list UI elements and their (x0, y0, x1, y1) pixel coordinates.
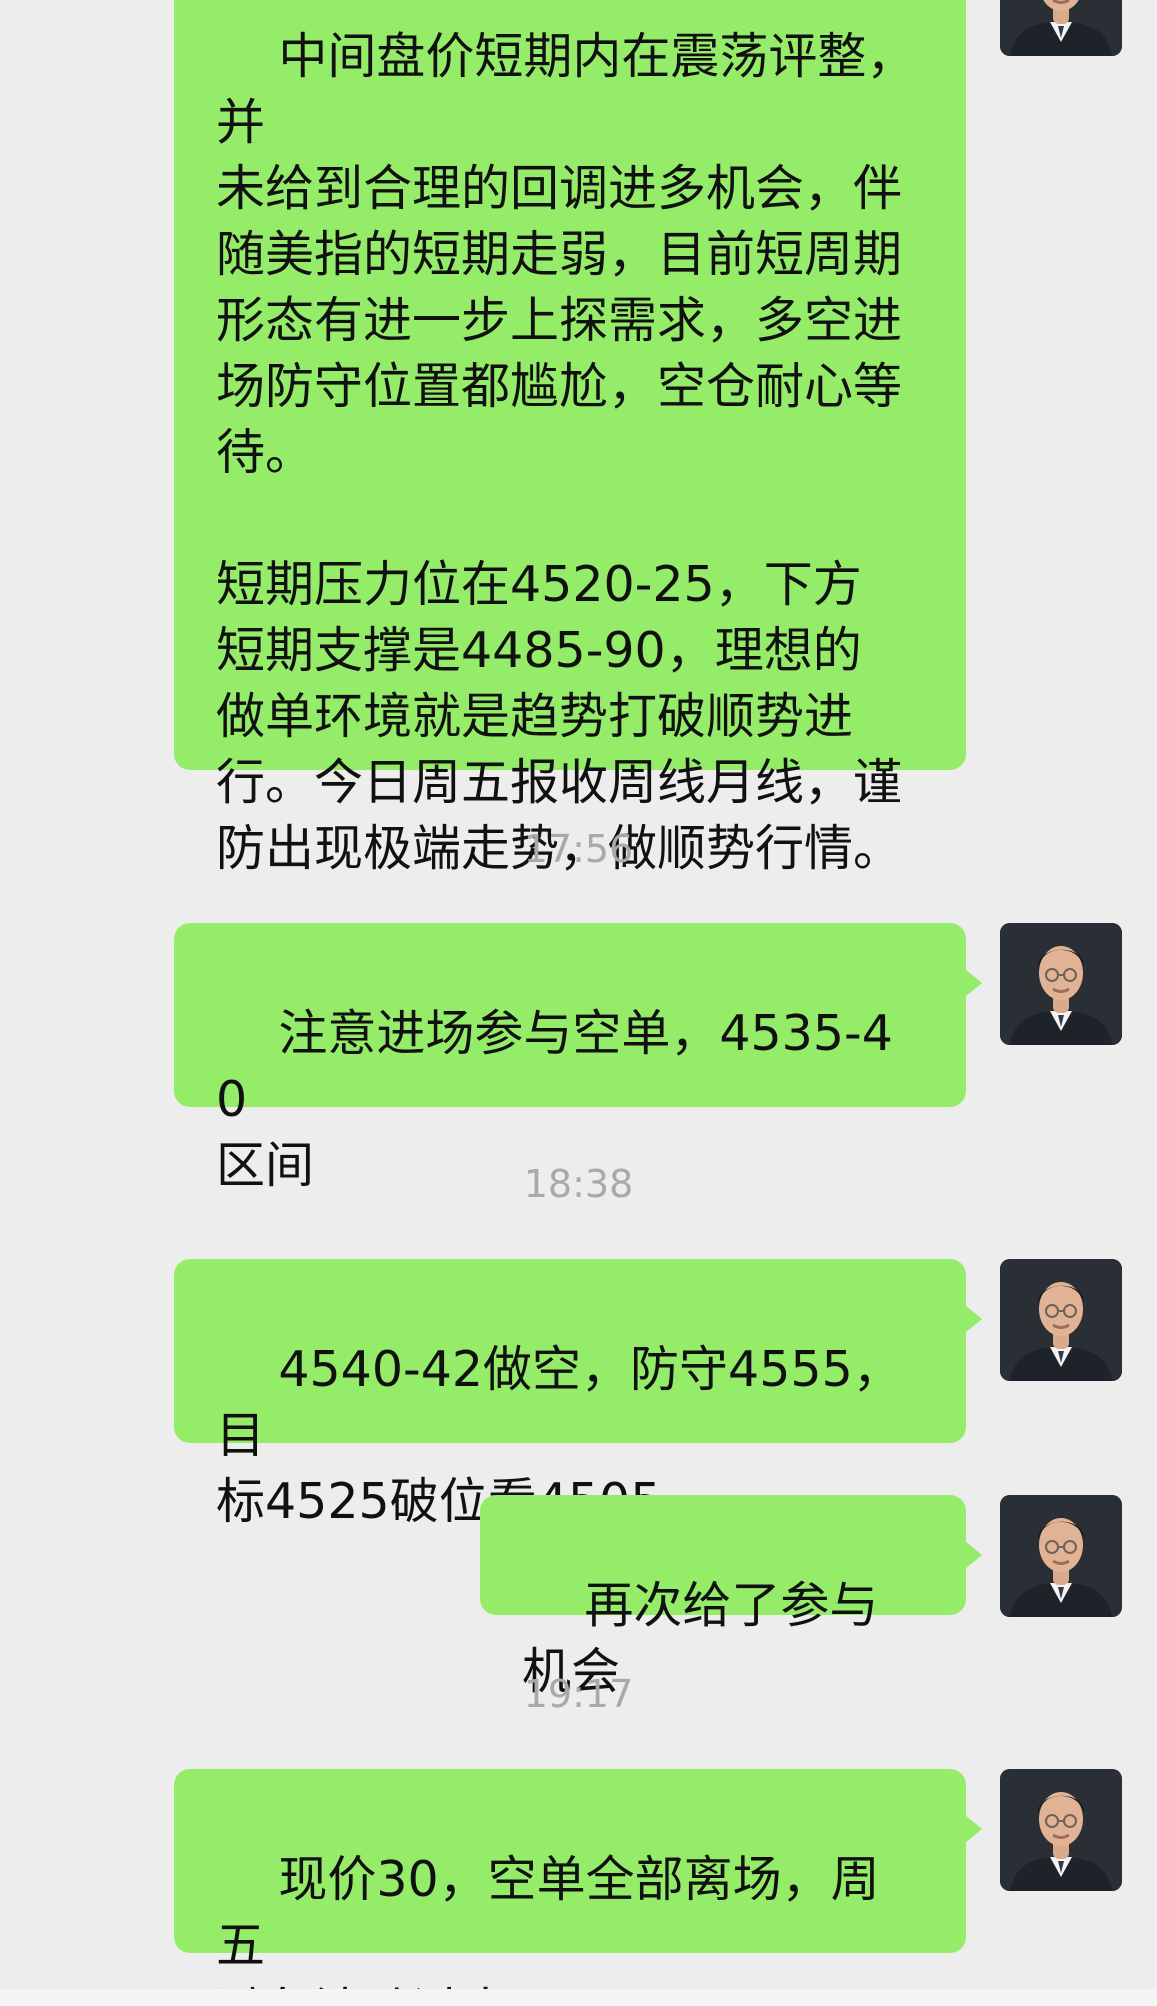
message-timestamp: 17:56 (523, 827, 634, 871)
user-avatar-icon (1000, 1259, 1122, 1381)
message-timestamp: 19:17 (523, 1672, 634, 1716)
user-avatar-icon (1000, 1769, 1122, 1891)
user-avatar-icon (1000, 1495, 1122, 1617)
avatar[interactable] (1000, 0, 1122, 56)
message-bubble[interactable]: 再次给了参与机会 (480, 1495, 982, 1700)
avatar[interactable] (1000, 923, 1122, 1045)
message-bubble[interactable]: 注意进场参与空单，4535-40 区间 (174, 923, 982, 1194)
message-timestamp: 18:38 (523, 1162, 634, 1206)
bubble-tail-icon (965, 1815, 982, 1843)
avatar[interactable] (1000, 1259, 1122, 1381)
message-bubble[interactable]: 现价30，空单全部离场，周五 避免波动过大 (174, 1769, 982, 2006)
user-avatar-icon (1000, 0, 1122, 56)
message-bubble[interactable]: 4540-42做空，防守4555，目 标4525破位看4505 (174, 1259, 982, 1530)
message-bubble[interactable]: 中间盘价短期内在震荡评整，并 未给到合理的回调进多机会，伴 随美指的短期走弱，目… (174, 0, 966, 877)
bubble-tail-icon (965, 1305, 982, 1333)
chat-screen: 中间盘价短期内在震荡评整，并 未给到合理的回调进多机会，伴 随美指的短期走弱，目… (0, 0, 1157, 2006)
bubble-tail-icon (965, 969, 982, 997)
bottom-input-bar (0, 1989, 1157, 2006)
message-text: 现价30，空单全部离场，周五 避免波动过大 (216, 1851, 880, 2006)
message-text: 中间盘价短期内在震荡评整，并 未给到合理的回调进多机会，伴 随美指的短期走弱，目… (216, 28, 916, 877)
user-avatar-icon (1000, 923, 1122, 1045)
avatar[interactable] (1000, 1769, 1122, 1891)
bubble-tail-icon (965, 1541, 982, 1569)
avatar[interactable] (1000, 1495, 1122, 1617)
